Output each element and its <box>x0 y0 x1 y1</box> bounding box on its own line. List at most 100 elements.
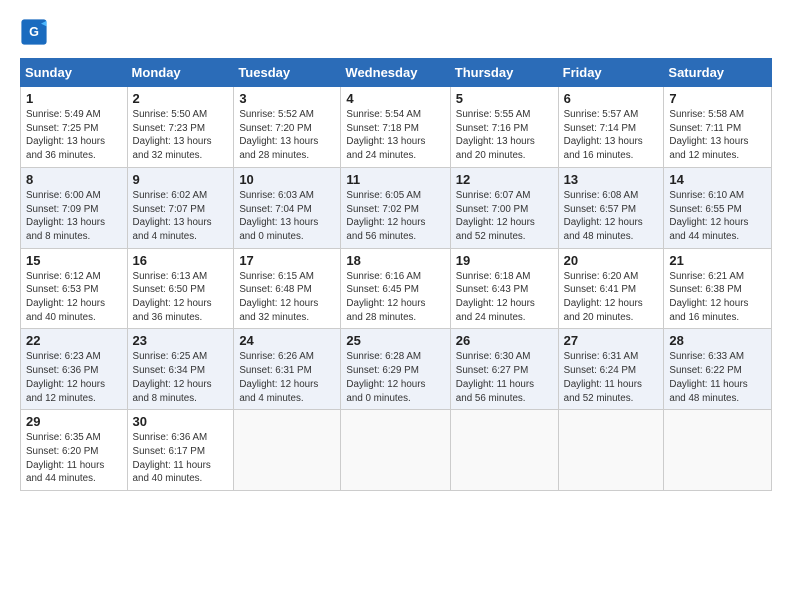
day-number: 2 <box>133 91 229 106</box>
day-number: 17 <box>239 253 335 268</box>
calendar-day-cell: 26 Sunrise: 6:30 AM Sunset: 6:27 PM Dayli… <box>450 329 558 410</box>
day-info: Sunrise: 6:26 AM Sunset: 6:31 PM Dayligh… <box>239 350 335 405</box>
calendar-day-cell: 17 Sunrise: 6:15 AM Sunset: 6:48 PM Dayli… <box>234 248 341 329</box>
calendar-day-cell <box>450 410 558 491</box>
day-number: 25 <box>346 333 444 348</box>
day-info: Sunrise: 5:55 AM Sunset: 7:16 PM Dayligh… <box>456 108 553 163</box>
day-number: 11 <box>346 172 444 187</box>
day-number: 26 <box>456 333 553 348</box>
day-info: Sunrise: 6:36 AM Sunset: 6:17 PM Dayligh… <box>133 431 229 486</box>
calendar-day-cell: 16 Sunrise: 6:13 AM Sunset: 6:50 PM Dayli… <box>127 248 234 329</box>
day-number: 22 <box>26 333 122 348</box>
calendar-day-cell: 27 Sunrise: 6:31 AM Sunset: 6:24 PM Dayli… <box>558 329 664 410</box>
calendar-day-cell: 8Sunrise: 6:00 AM Sunset: 7:09 PM Daylig… <box>21 167 128 248</box>
calendar-day-cell: 15Sunrise: 6:12 AM Sunset: 6:53 PM Dayli… <box>21 248 128 329</box>
calendar-day-cell <box>234 410 341 491</box>
day-info: Sunrise: 6:35 AM Sunset: 6:20 PM Dayligh… <box>26 431 122 486</box>
calendar-day-cell: 19Sunrise: 6:18 AM Sunset: 6:43 PM Dayli… <box>450 248 558 329</box>
day-number: 24 <box>239 333 335 348</box>
day-info: Sunrise: 6:30 AM Sunset: 6:27 PM Dayligh… <box>456 350 553 405</box>
day-number: 29 <box>26 414 122 429</box>
day-number: 13 <box>564 172 659 187</box>
calendar-header-cell: Monday <box>127 59 234 87</box>
calendar-day-cell: 13 Sunrise: 6:08 AM Sunset: 6:57 PM Dayli… <box>558 167 664 248</box>
calendar-day-cell: 18Sunrise: 6:16 AM Sunset: 6:45 PM Dayli… <box>341 248 450 329</box>
day-number: 1 <box>26 91 122 106</box>
day-info: Sunrise: 6:25 AM Sunset: 6:34 PM Dayligh… <box>133 350 229 405</box>
day-info: Sunrise: 5:52 AM Sunset: 7:20 PM Dayligh… <box>239 108 335 163</box>
calendar-day-cell: 22 Sunrise: 6:23 AM Sunset: 6:36 PM Dayli… <box>21 329 128 410</box>
calendar-day-cell: 3 Sunrise: 5:52 AM Sunset: 7:20 PM Daylig… <box>234 87 341 168</box>
day-number: 21 <box>669 253 766 268</box>
day-number: 30 <box>133 414 229 429</box>
calendar-day-cell: 21 Sunrise: 6:21 AM Sunset: 6:38 PM Dayli… <box>664 248 772 329</box>
calendar-header-cell: Friday <box>558 59 664 87</box>
calendar-day-cell: 11 Sunrise: 6:05 AM Sunset: 7:02 PM Dayli… <box>341 167 450 248</box>
day-number: 27 <box>564 333 659 348</box>
day-number: 23 <box>133 333 229 348</box>
calendar-day-cell: 24 Sunrise: 6:26 AM Sunset: 6:31 PM Dayli… <box>234 329 341 410</box>
calendar-week-row: 22 Sunrise: 6:23 AM Sunset: 6:36 PM Dayli… <box>21 329 772 410</box>
day-number: 6 <box>564 91 659 106</box>
day-info: Sunrise: 6:08 AM Sunset: 6:57 PM Dayligh… <box>564 189 659 244</box>
day-number: 9 <box>133 172 229 187</box>
day-info: Sunrise: 6:21 AM Sunset: 6:38 PM Dayligh… <box>669 270 766 325</box>
day-info: Sunrise: 5:49 AM Sunset: 7:25 PM Dayligh… <box>26 108 122 163</box>
day-info: Sunrise: 6:13 AM Sunset: 6:50 PM Dayligh… <box>133 270 229 325</box>
day-info: Sunrise: 6:33 AM Sunset: 6:22 PM Dayligh… <box>669 350 766 405</box>
calendar-day-cell: 7 Sunrise: 5:58 AM Sunset: 7:11 PM Daylig… <box>664 87 772 168</box>
calendar: SundayMondayTuesdayWednesdayThursdayFrid… <box>20 58 772 491</box>
calendar-day-cell: 25 Sunrise: 6:28 AM Sunset: 6:29 PM Dayli… <box>341 329 450 410</box>
day-info: Sunrise: 6:10 AM Sunset: 6:55 PM Dayligh… <box>669 189 766 244</box>
calendar-day-cell: 30 Sunrise: 6:36 AM Sunset: 6:17 PM Dayli… <box>127 410 234 491</box>
calendar-body: 1 Sunrise: 5:49 AM Sunset: 7:25 PM Daylig… <box>21 87 772 491</box>
calendar-header-cell: Saturday <box>664 59 772 87</box>
calendar-week-row: 15Sunrise: 6:12 AM Sunset: 6:53 PM Dayli… <box>21 248 772 329</box>
day-info: Sunrise: 6:23 AM Sunset: 6:36 PM Dayligh… <box>26 350 122 405</box>
calendar-day-cell <box>341 410 450 491</box>
day-number: 7 <box>669 91 766 106</box>
calendar-week-row: 29 Sunrise: 6:35 AM Sunset: 6:20 PM Dayli… <box>21 410 772 491</box>
calendar-day-cell: 12 Sunrise: 6:07 AM Sunset: 7:00 PM Dayli… <box>450 167 558 248</box>
calendar-day-cell: 2 Sunrise: 5:50 AM Sunset: 7:23 PM Daylig… <box>127 87 234 168</box>
calendar-day-cell: 23 Sunrise: 6:25 AM Sunset: 6:34 PM Dayli… <box>127 329 234 410</box>
day-number: 4 <box>346 91 444 106</box>
day-number: 12 <box>456 172 553 187</box>
day-info: Sunrise: 6:03 AM Sunset: 7:04 PM Dayligh… <box>239 189 335 244</box>
day-info: Sunrise: 5:57 AM Sunset: 7:14 PM Dayligh… <box>564 108 659 163</box>
calendar-day-cell: 4Sunrise: 5:54 AM Sunset: 7:18 PM Daylig… <box>341 87 450 168</box>
calendar-header-cell: Sunday <box>21 59 128 87</box>
day-number: 3 <box>239 91 335 106</box>
day-number: 10 <box>239 172 335 187</box>
svg-text:G: G <box>29 25 39 39</box>
day-info: Sunrise: 6:05 AM Sunset: 7:02 PM Dayligh… <box>346 189 444 244</box>
calendar-day-cell <box>664 410 772 491</box>
day-info: Sunrise: 6:15 AM Sunset: 6:48 PM Dayligh… <box>239 270 335 325</box>
day-info: Sunrise: 6:00 AM Sunset: 7:09 PM Dayligh… <box>26 189 122 244</box>
day-info: Sunrise: 5:58 AM Sunset: 7:11 PM Dayligh… <box>669 108 766 163</box>
day-number: 16 <box>133 253 229 268</box>
day-number: 5 <box>456 91 553 106</box>
calendar-day-cell: 28 Sunrise: 6:33 AM Sunset: 6:22 PM Dayli… <box>664 329 772 410</box>
day-info: Sunrise: 6:28 AM Sunset: 6:29 PM Dayligh… <box>346 350 444 405</box>
calendar-day-cell: 14Sunrise: 6:10 AM Sunset: 6:55 PM Dayli… <box>664 167 772 248</box>
calendar-day-cell: 5 Sunrise: 5:55 AM Sunset: 7:16 PM Daylig… <box>450 87 558 168</box>
logo-icon: G <box>20 18 48 46</box>
calendar-day-cell: 10 Sunrise: 6:03 AM Sunset: 7:04 PM Dayli… <box>234 167 341 248</box>
day-number: 28 <box>669 333 766 348</box>
logo: G <box>20 18 50 46</box>
calendar-day-cell: 9Sunrise: 6:02 AM Sunset: 7:07 PM Daylig… <box>127 167 234 248</box>
day-number: 18 <box>346 253 444 268</box>
day-number: 20 <box>564 253 659 268</box>
day-info: Sunrise: 6:20 AM Sunset: 6:41 PM Dayligh… <box>564 270 659 325</box>
calendar-day-cell: 20 Sunrise: 6:20 AM Sunset: 6:41 PM Dayli… <box>558 248 664 329</box>
header: G <box>20 18 772 46</box>
calendar-day-cell: 29 Sunrise: 6:35 AM Sunset: 6:20 PM Dayli… <box>21 410 128 491</box>
day-info: Sunrise: 6:31 AM Sunset: 6:24 PM Dayligh… <box>564 350 659 405</box>
day-info: Sunrise: 5:50 AM Sunset: 7:23 PM Dayligh… <box>133 108 229 163</box>
calendar-day-cell: 1 Sunrise: 5:49 AM Sunset: 7:25 PM Daylig… <box>21 87 128 168</box>
day-number: 19 <box>456 253 553 268</box>
day-info: Sunrise: 6:07 AM Sunset: 7:00 PM Dayligh… <box>456 189 553 244</box>
calendar-day-cell <box>558 410 664 491</box>
calendar-header-cell: Wednesday <box>341 59 450 87</box>
